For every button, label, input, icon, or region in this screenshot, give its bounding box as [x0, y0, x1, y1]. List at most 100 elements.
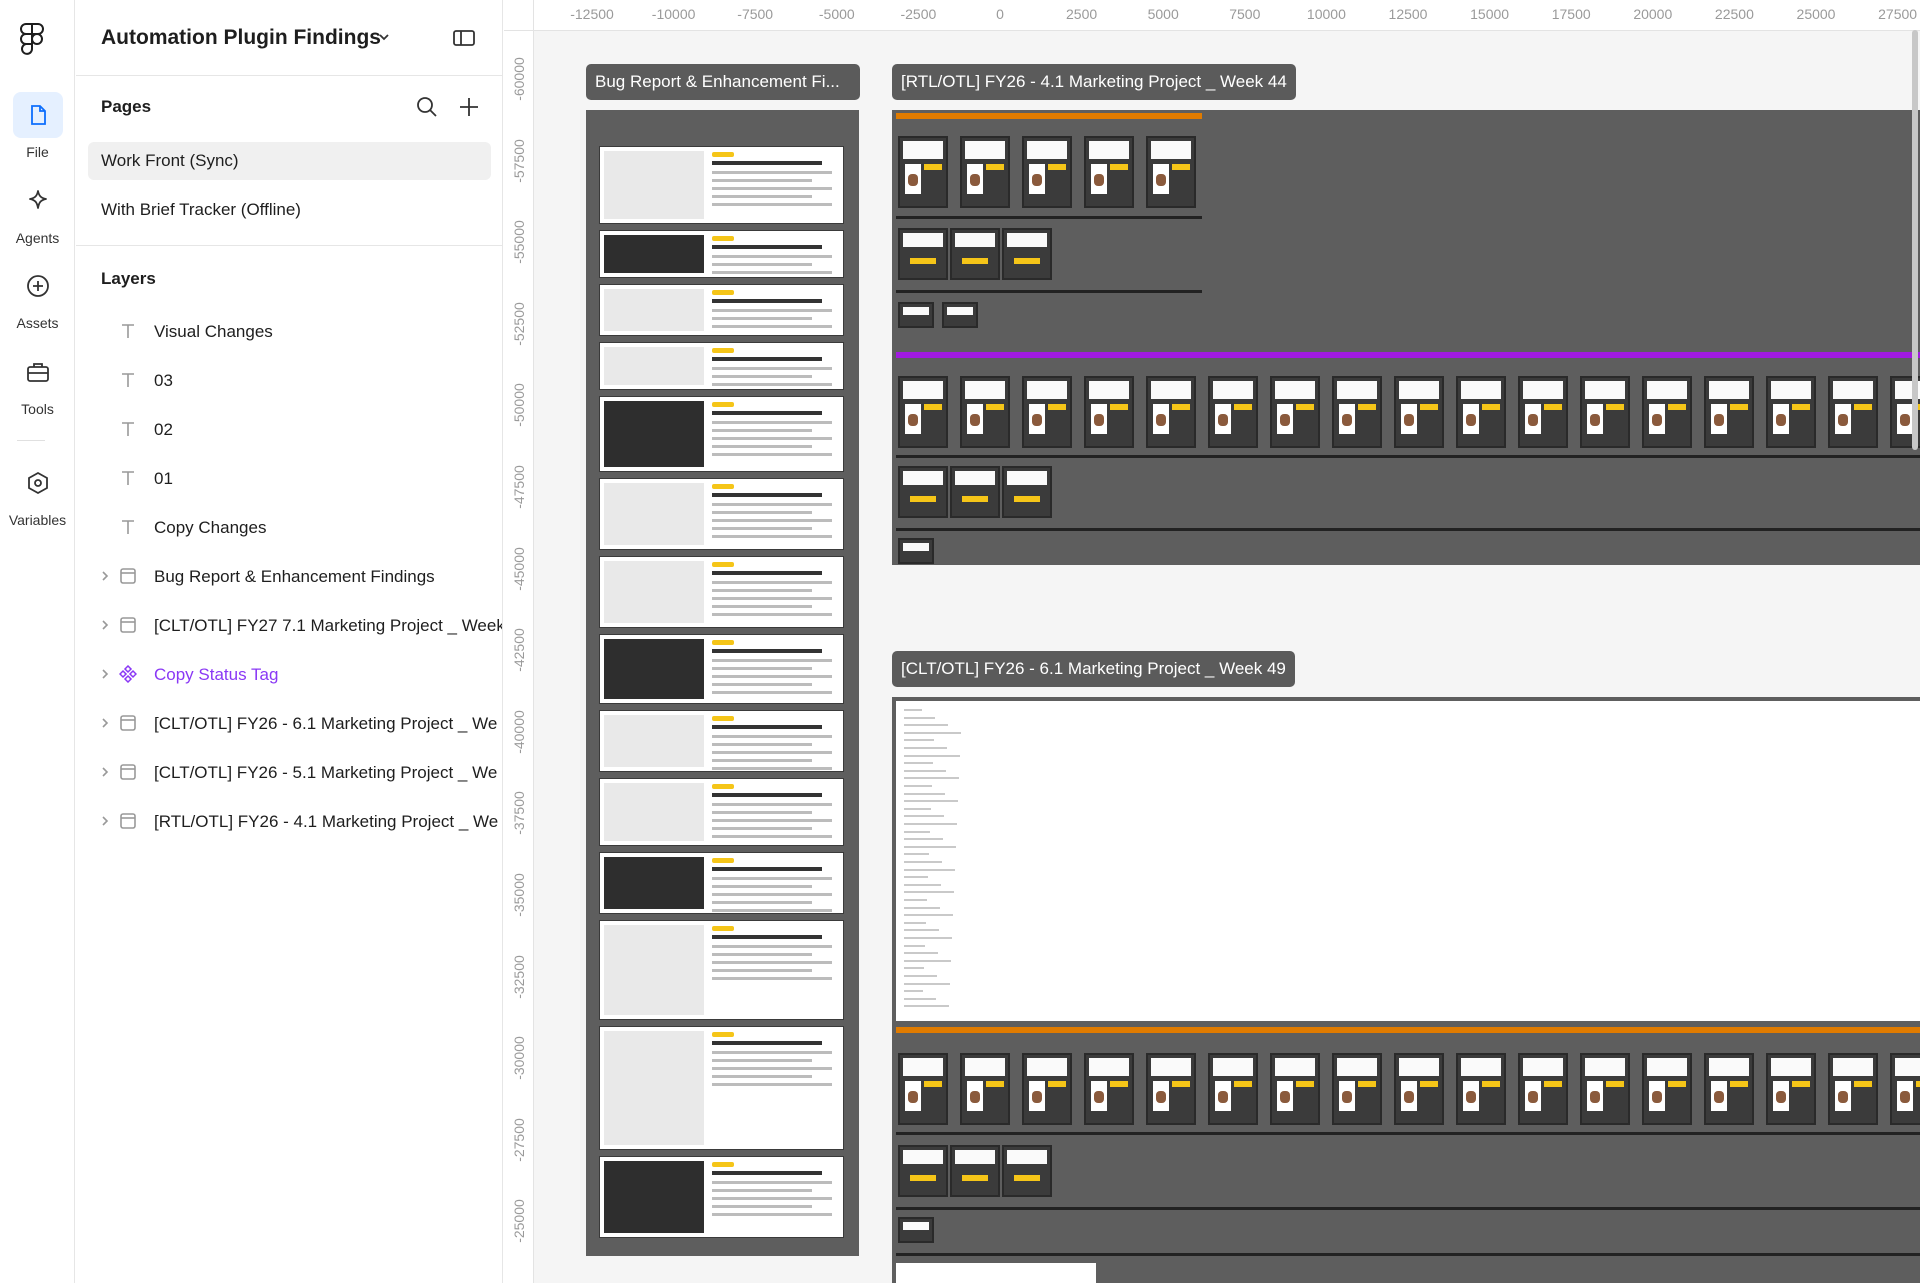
artboard-thumbnail [1084, 136, 1134, 208]
expand-caret-icon[interactable] [100, 667, 110, 686]
hexagon-icon [13, 460, 63, 506]
bug-card-text [712, 1205, 812, 1208]
add-page-icon[interactable] [458, 96, 480, 123]
bug-card-thumbnail [604, 401, 704, 467]
canvas[interactable]: -12500 -10000 -7500 -5000 -2500 0 2500 5000 7500… [504, 0, 1920, 1283]
rail-label-tools: Tools [21, 401, 54, 417]
layer-row[interactable]: 03 [76, 361, 502, 401]
page-item-work-front[interactable]: Work Front (Sync) [88, 142, 491, 180]
artboard-thumbnail [1332, 376, 1382, 448]
bug-report-frame[interactable] [586, 110, 859, 1256]
rail-item-agents[interactable]: Agents [0, 178, 75, 246]
artboard-thumbnail [1704, 1053, 1754, 1125]
artboard-tag [1110, 404, 1128, 410]
expand-caret-icon[interactable] [100, 618, 110, 637]
artboard-tag [1544, 404, 1562, 410]
artboard-thumbnail [1642, 376, 1692, 448]
artboard-screen [1709, 1058, 1749, 1076]
ruler-tick-label: 17500 [1551, 6, 1591, 22]
document-sheet [896, 701, 1920, 1021]
rail-item-tools[interactable]: Tools [0, 349, 75, 417]
artboard-screen [1399, 1058, 1439, 1076]
artboard-tag [1916, 1081, 1920, 1087]
layer-row[interactable]: [RTL/OTL] FY26 - 4.1 Marketing Project _… [76, 802, 502, 842]
artboard-tag [1014, 258, 1040, 264]
layer-row[interactable]: Visual Changes [76, 312, 502, 352]
page-item-brief-tracker[interactable]: With Brief Tracker (Offline) [88, 191, 491, 229]
layer-row[interactable]: [CLT/OTL] FY26 - 5.1 Marketing Project _… [76, 753, 502, 793]
artboard-product [905, 164, 921, 194]
frame-label-week44[interactable]: [RTL/OTL] FY26 - 4.1 Marketing Project _… [892, 64, 1296, 100]
bug-card-text [712, 367, 832, 370]
ruler-tick-label: -37500 [511, 791, 527, 836]
rail-label-file: File [26, 144, 49, 160]
artboard-tag [1420, 404, 1438, 410]
bug-card-tag [712, 1032, 734, 1037]
bug-card-text [712, 317, 812, 320]
layer-row[interactable]: [CLT/OTL] FY26 - 6.1 Marketing Project _… [76, 704, 502, 744]
pages-title: Pages [101, 97, 152, 116]
bug-card [599, 396, 844, 472]
artboard-screen [947, 307, 973, 315]
week44-frame[interactable] [892, 110, 1920, 565]
divider-line [896, 1253, 1920, 1256]
bug-card-text [712, 977, 832, 980]
layer-name: Copy Changes [154, 518, 267, 537]
bug-card-text [712, 581, 832, 584]
layer-row[interactable]: Bug Report & Enhancement Findings [76, 557, 502, 597]
layer-row[interactable]: [CLT/OTL] FY27 7.1 Marketing Project _ W… [76, 606, 503, 646]
expand-caret-icon[interactable] [100, 814, 110, 833]
artboard-product [1153, 164, 1169, 194]
artboard-screen [955, 233, 995, 247]
expand-caret-icon[interactable] [100, 716, 110, 735]
file-title[interactable]: Automation Plugin Findings [101, 26, 381, 50]
frame-label-bug-report[interactable]: Bug Report & Enhancement Fi... [586, 64, 860, 100]
rail-item-variables[interactable]: Variables [0, 460, 75, 528]
ruler-tick-label: 20000 [1633, 6, 1673, 22]
rail-item-assets[interactable]: Assets [0, 263, 75, 331]
artboard-thumbnail [950, 1145, 1000, 1197]
artboard-thumbnail [1022, 376, 1072, 448]
artboard-screen [1337, 381, 1377, 399]
canvas-scrollbar[interactable] [1912, 30, 1918, 450]
layers-title: Layers [101, 269, 156, 288]
layer-row[interactable]: 01 [76, 459, 502, 499]
artboard-thumbnail [1518, 1053, 1568, 1125]
bug-card-text [712, 1083, 832, 1086]
frame-label-week49[interactable]: [CLT/OTL] FY26 - 6.1 Marketing Project _… [892, 651, 1295, 687]
bug-card [599, 852, 844, 914]
artboard-screen [1213, 1058, 1253, 1076]
search-icon[interactable] [416, 96, 438, 123]
bug-card-text [712, 503, 832, 506]
divider-line [896, 1132, 1920, 1135]
ruler-tick-label: 10000 [1306, 6, 1346, 22]
artboard-thumbnail [950, 466, 1000, 518]
artboard-screen [1647, 1058, 1687, 1076]
expand-caret-icon[interactable] [100, 765, 110, 784]
document-text-line [904, 815, 944, 818]
artboard-thumbnail [1890, 1053, 1920, 1125]
rail-label-variables: Variables [8, 512, 67, 528]
artboard-screen [1585, 381, 1625, 399]
bug-card-text [712, 1051, 832, 1054]
layer-name: 03 [154, 371, 173, 390]
artboard-screen [1771, 381, 1811, 399]
layer-row[interactable]: Copy Changes [76, 508, 502, 548]
sidebar-toggle-icon[interactable] [452, 28, 476, 53]
bug-card-tag [712, 152, 734, 157]
rail-item-file[interactable]: File [0, 92, 75, 160]
layer-row[interactable]: Copy Status Tag [76, 655, 502, 695]
document-text-line [904, 891, 954, 894]
figma-logo-icon[interactable] [18, 22, 46, 55]
layer-row[interactable]: 02 [76, 410, 502, 450]
layer-name: [CLT/OTL] FY27 7.1 Marketing Project _ W… [154, 616, 503, 635]
horizontal-ruler: -12500 -10000 -7500 -5000 -2500 0 2500 5000 7500… [534, 0, 1920, 31]
plus-circle-icon [13, 263, 63, 309]
expand-caret-icon[interactable] [100, 569, 110, 588]
bug-card-title [712, 571, 822, 575]
week49-frame[interactable] [892, 697, 1920, 1283]
artboard-tag [986, 404, 1004, 410]
chevron-down-icon[interactable] [378, 29, 390, 47]
document-text-line [904, 1005, 949, 1008]
artboard-thumbnail [950, 228, 1000, 280]
